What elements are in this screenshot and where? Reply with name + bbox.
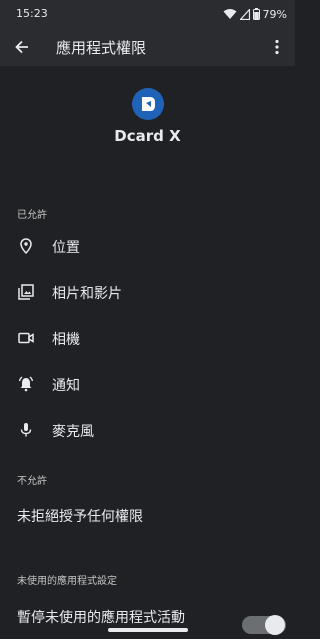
permission-label: 位置 [52,240,80,256]
microphone-icon [20,423,32,437]
permission-label: 相片和影片 [52,286,122,302]
app-bar: 應用程式權限 [0,28,295,66]
toggle-knob [265,615,285,635]
back-arrow-icon[interactable] [12,37,32,57]
signal-icon [239,8,250,20]
wifi-icon [223,9,237,19]
app-icon [132,88,164,120]
pause-unused-app-activity-label: 暫停未使用的應用程式活動 [17,610,185,626]
camera-icon [18,332,34,344]
permission-row-notifications[interactable]: 通知 [0,363,295,407]
allowed-section-header: 已允許 [17,210,47,221]
status-time: 15:23 [16,7,48,20]
permission-row-location[interactable]: 位置 [0,225,295,269]
location-icon [20,238,32,255]
permission-label: 通知 [52,378,80,394]
battery-icon [252,8,260,20]
unused-apps-section-header: 未使用的應用程式設定 [17,576,117,587]
battery-percent: 79% [262,7,287,21]
permission-row-photos[interactable]: 相片和影片 [0,271,295,315]
app-name: Dcard X [114,127,181,145]
pause-unused-app-activity-toggle[interactable] [242,615,286,635]
permission-row-camera[interactable]: 相機 [0,317,295,361]
page-title: 應用程式權限 [56,39,147,57]
status-bar: 15:23 79% [0,0,295,28]
permission-row-microphone[interactable]: 麥克風 [0,409,295,453]
permission-label: 相機 [52,332,80,348]
gesture-nav-handle[interactable] [108,628,188,632]
permission-label: 麥克風 [52,424,94,440]
status-icons: 79% [223,6,287,22]
no-denied-permissions-text: 未拒絕授予任何權限 [17,509,143,525]
notification-bell-icon [18,376,34,392]
not-allowed-section-header: 不允許 [17,476,47,487]
more-vert-icon[interactable] [267,37,287,57]
photo-icon [18,284,34,300]
